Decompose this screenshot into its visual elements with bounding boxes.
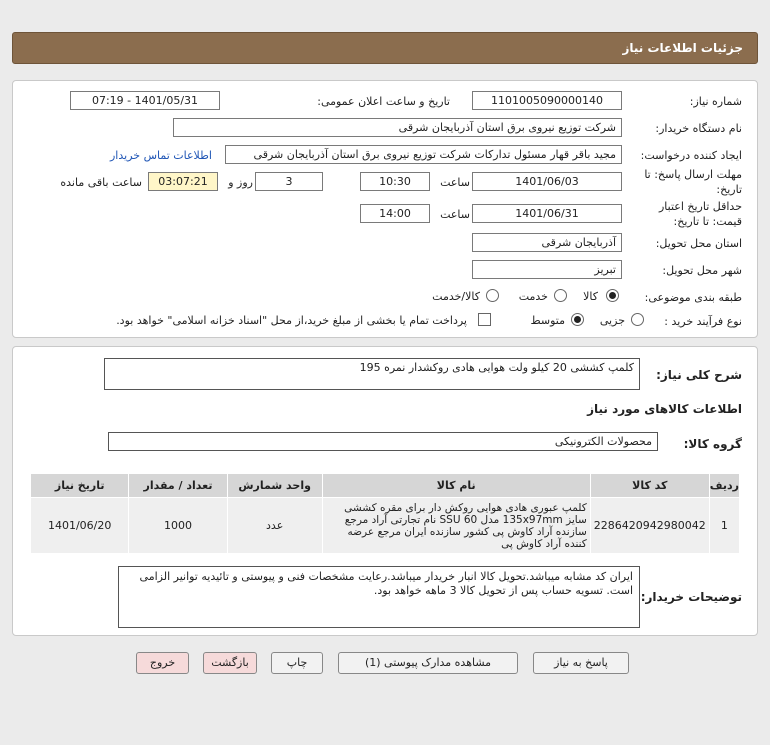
col-name: نام کالا [321,473,591,498]
category-goods-label: کالا [583,290,598,303]
col-code: کد کالا [589,473,710,498]
cell-name: کلمپ عبوری هادی هوایی روکش دار برای مقره… [321,497,591,554]
need-number-field[interactable]: 1101005090000140 [472,91,622,110]
category-service-radio[interactable] [554,289,567,302]
goods-table: ردیف کد کالا نام کالا واحد شمارش تعداد /… [29,473,741,554]
page-title: جزئیات اطلاعات نیاز [622,41,743,55]
remaining-time-label: ساعت باقی مانده [60,176,142,189]
reply-time-field[interactable]: 10:30 [360,172,430,191]
reply-deadline-label: مهلت ارسال پاسخ: تا [644,168,742,181]
reply-deadline-label-2: تاریخ: [716,183,742,196]
validity-date-field[interactable]: 1401/06/31 [472,204,622,223]
col-qty: تعداد / مقدار [128,473,228,498]
announce-datetime-label: تاریخ و ساعت اعلان عمومی: [317,95,450,108]
requester-label: ایجاد کننده درخواست: [640,149,742,162]
goods-table-header: ردیف کد کالا نام کالا واحد شمارش تعداد /… [29,473,741,498]
buyer-contact-link[interactable]: اطلاعات تماس خریدار [110,149,212,162]
reply-button[interactable]: پاسخ به نیاز [533,652,629,674]
cell-unit: عدد [226,497,323,554]
delivery-province-field[interactable]: آذربایجان شرقی [472,233,622,252]
buyer-notes-label: توضیحات خریدار: [640,590,742,604]
delivery-province-label: استان محل تحویل: [655,237,742,250]
table-row: 1 2286420942980042 کلمپ عبوری هادی هوایی… [29,497,741,554]
price-validity-label: حداقل تاریخ اعتبار [658,200,742,213]
category-goods-radio[interactable] [606,289,619,302]
buyer-org-field[interactable]: شرکت توزیع نیروی برق استان آذربایجان شرق… [173,118,622,137]
announce-datetime-field[interactable]: 1401/05/31 - 07:19 [70,91,220,110]
reply-date-field[interactable]: 1401/06/03 [472,172,622,191]
goods-group-field: محصولات الکترونیکی [108,432,658,451]
delivery-city-field[interactable]: تبریز [472,260,622,279]
validity-time-label: ساعت [440,208,470,221]
reply-time-label: ساعت [440,176,470,189]
exit-button[interactable]: خروج [136,652,189,674]
category-goods-service-label: کالا/خدمت [432,290,480,303]
goods-group-label: گروه کالا: [683,437,742,451]
cell-code: 2286420942980042 [589,497,710,554]
category-service-label: خدمت [518,290,548,303]
category-label: طبقه بندی موضوعی: [644,291,742,304]
summary-label: شرح کلی نیاز: [656,368,742,382]
category-goods-service-radio[interactable] [486,289,499,302]
buyer-notes-field: ایران کد مشابه میباشد.تحویل کالا انبار خ… [118,566,640,628]
page-header: جزئیات اطلاعات نیاز [12,32,758,64]
delivery-city-label: شهر محل تحویل: [662,264,742,277]
cell-row: 1 [708,497,741,554]
remaining-time-field: 03:07:21 [148,172,218,191]
purchase-type-label: نوع فرآیند خرید : [664,315,742,328]
col-date: تاریخ نیاز [29,473,130,498]
treasury-payment-checkbox[interactable] [478,313,491,326]
col-row: ردیف [708,473,741,498]
reply-days-field[interactable]: 3 [255,172,323,191]
treasury-payment-note: پرداخت تمام یا بخشی از مبلغ خرید،از محل … [116,314,467,327]
buyer-org-label: نام دستگاه خریدار: [655,122,742,135]
print-button[interactable]: چاپ [271,652,323,674]
purchase-minor-label: جزیی [599,314,625,327]
cell-date: 1401/06/20 [29,497,130,554]
purchase-minor-radio[interactable] [631,313,644,326]
col-unit: واحد شمارش [226,473,323,498]
purchase-medium-label: متوسط [530,314,565,327]
goods-info-title: اطلاعات کالاهای مورد نیاز [587,402,742,416]
validity-time-field[interactable]: 14:00 [360,204,430,223]
summary-field: کلمپ کششی 20 کیلو ولت هوایی هادی روکشدار… [104,358,640,390]
price-validity-label-2: قیمت: تا تاریخ: [673,215,742,228]
back-button[interactable]: بازگشت [203,652,257,674]
days-label: روز و [228,176,253,189]
view-attachments-button[interactable]: مشاهده مدارک پیوستی (1) [338,652,518,674]
need-number-label: شماره نیاز: [689,95,742,108]
cell-qty: 1000 [128,497,228,554]
purchase-medium-radio[interactable] [571,313,584,326]
requester-field[interactable]: مجید باقر قهار مسئول تدارکات شرکت توزیع … [225,145,622,164]
